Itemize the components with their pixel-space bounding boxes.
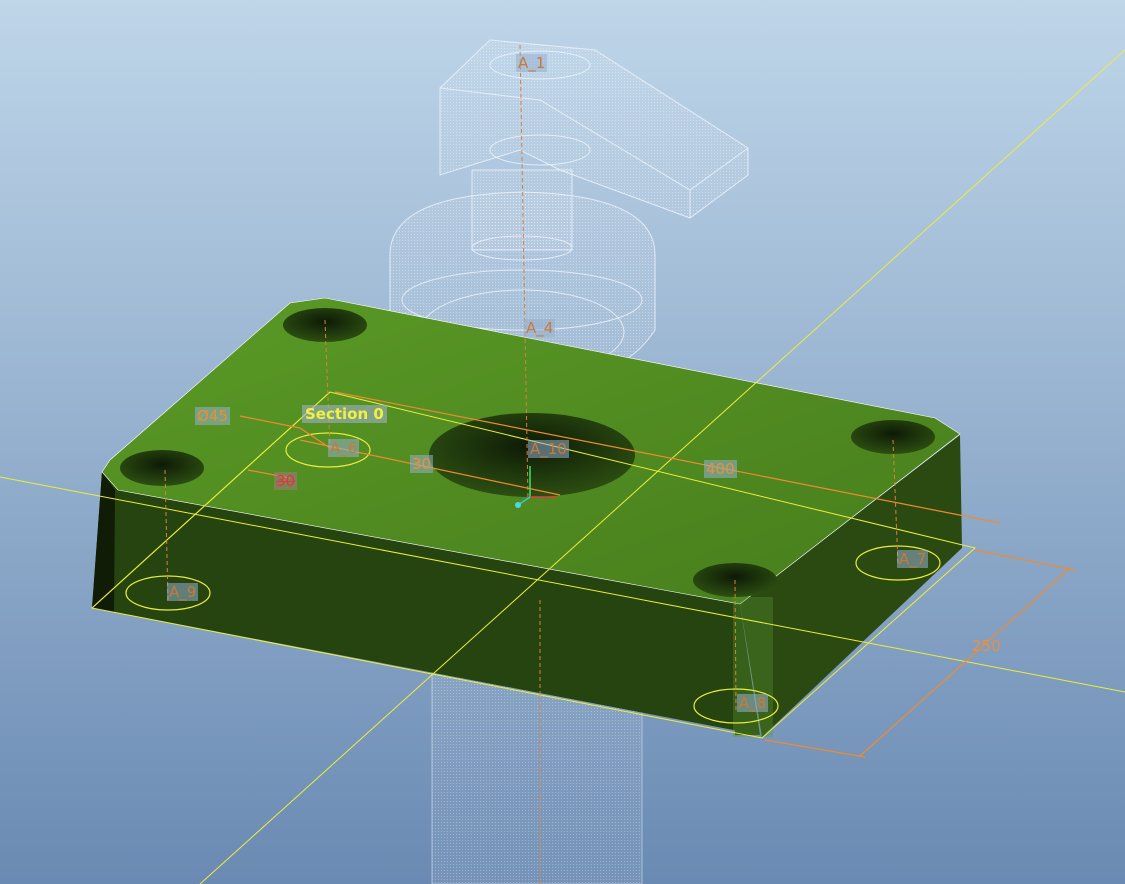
section-label[interactable]: Section 0 xyxy=(302,405,387,423)
datum-axis-label[interactable]: A_1 xyxy=(516,54,548,72)
hole-left xyxy=(120,450,204,486)
hole-top-left xyxy=(283,308,367,342)
offset-dimension[interactable]: 30 xyxy=(410,455,434,473)
cad-viewport[interactable]: A_1 A_4 A_6 A_10 A_7 A_9 A_8 Section 0 Ø… xyxy=(0,0,1125,884)
width-dimension[interactable]: 250 xyxy=(970,637,1003,655)
datum-axis-label[interactable]: A_7 xyxy=(897,550,929,568)
datum-axis-label[interactable]: A_10 xyxy=(528,440,569,458)
offset-dimension-red[interactable]: 30 xyxy=(274,472,298,490)
datum-axis-label[interactable]: A_4 xyxy=(524,319,556,337)
datum-axis-label[interactable]: A_6 xyxy=(328,439,360,457)
datum-axis-label[interactable]: A_8 xyxy=(737,694,769,712)
diameter-dimension[interactable]: Ø45 xyxy=(195,407,230,425)
length-dimension[interactable]: 400 xyxy=(704,460,737,478)
datum-axis-label[interactable]: A_9 xyxy=(167,583,199,601)
